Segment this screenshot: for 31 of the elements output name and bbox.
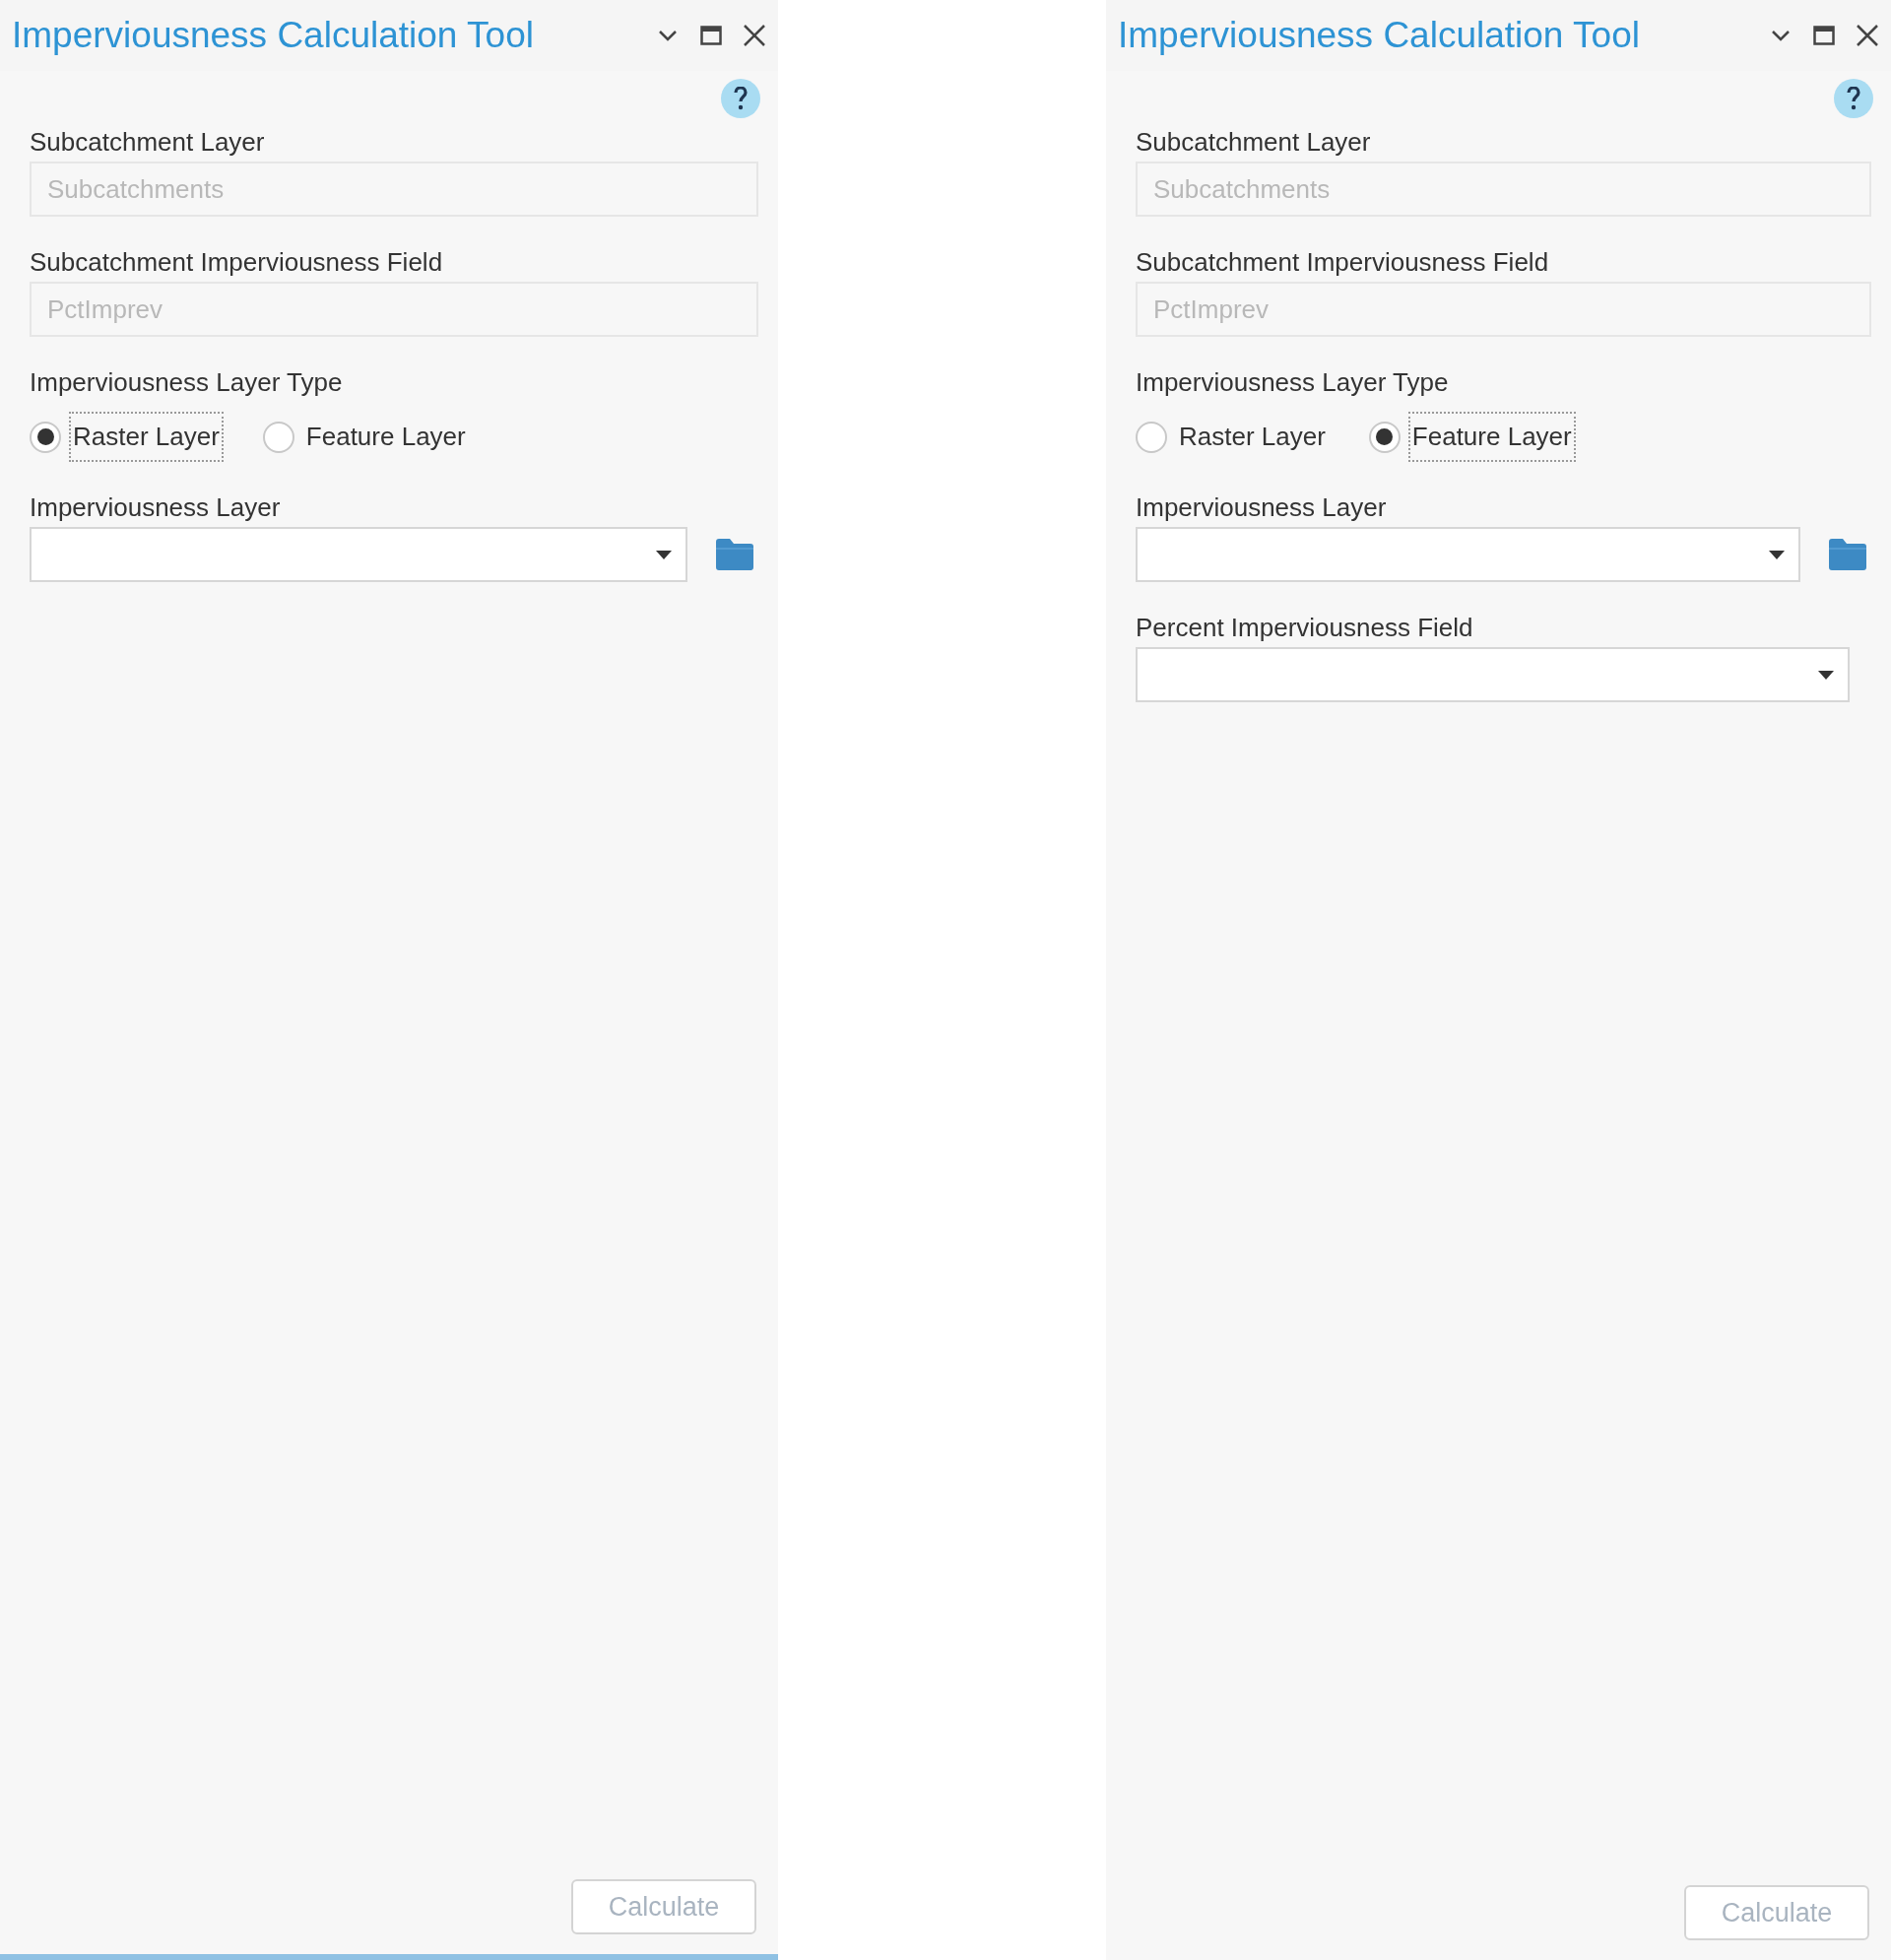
radio-option[interactable]: Raster Layer xyxy=(1136,412,1330,462)
dropdown-field[interactable] xyxy=(30,527,687,582)
folder-icon xyxy=(716,539,753,570)
caret-down-icon xyxy=(656,550,672,559)
caret-down-icon xyxy=(1769,550,1785,559)
field-label: Imperviousness Layer xyxy=(30,491,281,523)
field-label: Imperviousness Layer Type xyxy=(30,366,343,398)
field-label: Imperviousness Layer Type xyxy=(1136,366,1449,398)
field-label: Percent Imperviousness Field xyxy=(1136,612,1473,643)
field-label: Subcatchment Layer xyxy=(30,126,265,158)
folder-icon xyxy=(1829,539,1866,570)
maximize-icon xyxy=(700,26,722,45)
question-mark-icon xyxy=(1847,87,1860,110)
field-label: Subcatchment Layer xyxy=(1136,126,1371,158)
help-button[interactable] xyxy=(1834,79,1873,118)
dropdown-field[interactable] xyxy=(1136,527,1800,582)
close-icon xyxy=(743,24,766,47)
close-icon xyxy=(1856,24,1879,47)
field-label: Subcatchment Imperviousness Field xyxy=(30,246,443,278)
dropdown-field[interactable] xyxy=(1136,647,1850,702)
maximize-icon xyxy=(1813,26,1835,45)
radio-option[interactable]: Feature Layer xyxy=(262,412,470,462)
help-button[interactable] xyxy=(721,79,760,118)
field-label: Imperviousness Layer xyxy=(1136,491,1387,523)
chevron-down-icon xyxy=(658,30,678,41)
window-title: Imperviousness Calculation Tool xyxy=(12,14,534,58)
question-mark-icon xyxy=(734,87,748,110)
chevron-down-icon xyxy=(1771,30,1791,41)
caret-down-icon xyxy=(1818,670,1834,680)
window-title: Imperviousness Calculation Tool xyxy=(1118,14,1640,58)
field-label: Subcatchment Imperviousness Field xyxy=(1136,246,1549,278)
